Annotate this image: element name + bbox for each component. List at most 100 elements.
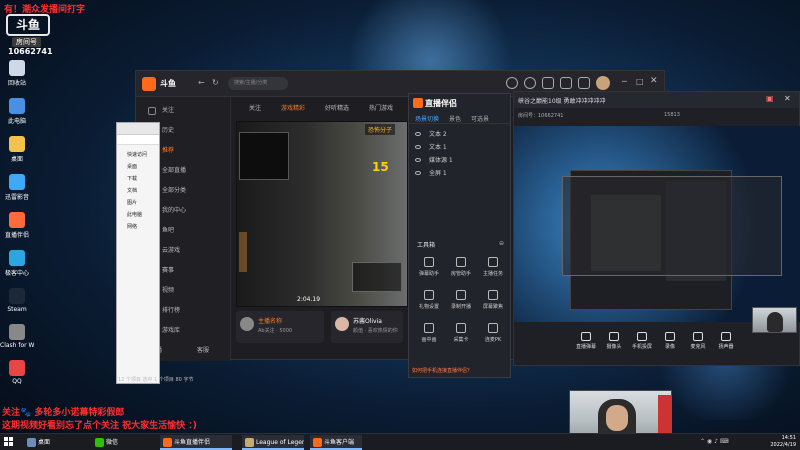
eye-icon[interactable] <box>415 171 421 175</box>
tab[interactable]: 关注 <box>249 103 261 112</box>
video-player[interactable]: 恐怖分子 15 2:04.19 <box>236 121 408 307</box>
preview-controls: 直播弹幕 摄像头 手机投屏 录像 麦克风 扬声器 <box>574 332 738 350</box>
tray-icons[interactable]: ⌃ ◉ ♪ ⌨ <box>700 438 728 445</box>
taskbar-app[interactable]: 桌面 <box>24 435 64 450</box>
desktop-icon-label: Steam <box>7 306 27 313</box>
avatar <box>335 317 349 331</box>
toolbox-item[interactable]: 弹幕助手 <box>413 254 445 287</box>
toolbox-item[interactable]: 录制开播 <box>445 287 477 320</box>
desktop-icon[interactable]: 极客中心 <box>0 250 34 277</box>
scene-layer[interactable]: 全屏 1 <box>409 167 510 180</box>
desktop-icon[interactable]: 迅雷影音 <box>0 174 34 201</box>
eye-icon[interactable] <box>415 132 421 136</box>
sidebar-item[interactable]: 关注 <box>136 101 230 121</box>
preview-control[interactable]: 扬声器 <box>714 332 738 350</box>
scene-layer-label: 全屏 1 <box>429 170 447 177</box>
tab[interactable]: 游戏精彩 <box>281 103 305 112</box>
support-button[interactable]: 客服 <box>183 345 230 359</box>
assistant-tab[interactable]: 景色 <box>449 114 461 123</box>
app-icon <box>9 212 25 228</box>
toolbox-item[interactable]: 画中画 <box>413 320 445 353</box>
download-icon[interactable] <box>578 77 590 89</box>
toolbox-item[interactable]: 礼物设置 <box>413 287 445 320</box>
close-icon[interactable]: ✕ <box>650 76 658 86</box>
eye-icon[interactable] <box>415 145 421 149</box>
tab[interactable]: 好听精选 <box>325 103 349 112</box>
desktop-icon-label: 迅雷影音 <box>4 194 29 201</box>
taskbar-app-label: League of Legends <box>256 439 304 446</box>
preview-control[interactable]: 手机投屏 <box>630 332 654 350</box>
explorer-nav-item[interactable]: 桌面 <box>117 161 159 173</box>
taskbar-app[interactable]: League of Legends <box>242 435 304 450</box>
recommend-card[interactable]: 苏酱Olivia 颜值 · 喜欢热情的你 <box>331 311 403 343</box>
desktop-icon[interactable]: 此电脑 <box>0 98 34 125</box>
desktop-icon[interactable]: 直播伴侣 <box>0 212 34 239</box>
preview-title: 峡谷之巅能10级 勇敢冲冲冲冲冲 <box>518 98 606 105</box>
gift-icon[interactable]: ▣ <box>766 94 774 103</box>
taskbar-app-label: 微信 <box>106 439 119 446</box>
explorer-nav-item[interactable]: 网络 <box>117 221 159 233</box>
sidebar-item-icon <box>148 107 156 115</box>
preview-control[interactable]: 直播弹幕 <box>574 332 598 350</box>
minimize-icon[interactable]: ─ <box>622 77 627 86</box>
explorer-nav-item[interactable]: 文档 <box>117 185 159 197</box>
assistant-tab[interactable]: 场景切换 <box>415 114 439 123</box>
toolbox-item[interactable]: 屏幕聚焦 <box>477 287 509 320</box>
control-label: 麦克风 <box>690 344 706 350</box>
streamer-card[interactable]: 主播名称 Ab关注 · 5000 <box>236 311 324 343</box>
heart-icon[interactable] <box>524 77 536 89</box>
tab[interactable]: 热门游戏 <box>369 103 393 112</box>
explorer-nav-item[interactable]: 快速访问 <box>117 149 159 161</box>
assistant-notice[interactable]: 如何把手机连接直播伴侣？ <box>412 367 472 374</box>
search-icon[interactable] <box>506 77 518 89</box>
search-input[interactable]: 搜索/主播/分类 <box>228 77 288 90</box>
desktop-icon[interactable]: 桌面 <box>0 136 34 163</box>
refresh-icon[interactable]: ↻ <box>212 78 219 87</box>
preview-control[interactable]: 麦克风 <box>686 332 710 350</box>
avatar[interactable] <box>596 76 610 90</box>
eye-icon[interactable] <box>415 158 421 162</box>
close-icon[interactable]: ✕ <box>784 94 791 103</box>
toolbox-item[interactable]: 采集卡 <box>445 320 477 353</box>
sidebar-item-label: 云游戏 <box>162 247 181 254</box>
tool-icon <box>424 323 434 333</box>
app-icon <box>9 250 25 266</box>
toolbox-title: 工具箱 <box>417 242 436 249</box>
desktop-icon[interactable]: Steam <box>0 288 34 313</box>
preview-control[interactable]: 摄像头 <box>602 332 626 350</box>
explorer-nav-item[interactable]: 此电脑 <box>117 209 159 221</box>
windows-start-icon[interactable] <box>4 437 14 447</box>
desktop-icon[interactable]: 回收站 <box>0 60 34 87</box>
system-clock[interactable]: 14:51 2022/4/19 <box>760 435 796 449</box>
streamer-name: 主播名称 <box>258 318 283 325</box>
taskbar-app[interactable]: 斗鱼直播伴侣 <box>160 435 232 450</box>
message-icon[interactable] <box>560 77 572 89</box>
recommend-sub: 颜值 · 喜欢热情的你 <box>353 328 398 334</box>
back-arrow-icon[interactable]: ← <box>198 78 205 87</box>
toolbox-item[interactable]: 主播任务 <box>477 254 509 287</box>
taskbar-app[interactable]: 微信 <box>92 435 132 450</box>
scene-layer[interactable]: 文本 2 <box>409 128 510 141</box>
scene-layer[interactable]: 文本 1 <box>409 141 510 154</box>
taskbar-app[interactable]: 斗鱼客户端 <box>310 435 362 450</box>
gift-icon[interactable] <box>542 77 554 89</box>
toolbox-item[interactable]: 连麦PK <box>477 320 509 353</box>
explorer-nav-item[interactable]: 图片 <box>117 197 159 209</box>
clock-date: 2022/4/19 <box>770 442 796 448</box>
app-icon <box>9 98 25 114</box>
assistant-tab[interactable]: 可选景 <box>471 114 489 123</box>
maximize-icon[interactable]: □ <box>636 77 644 86</box>
layer-list: 文本 2 文本 1 媒体源 1 全屏 1 <box>409 124 510 180</box>
preview-canvas[interactable] <box>514 126 800 322</box>
desktop-icon[interactable]: Clash for Windows <box>0 324 34 349</box>
tool-label: 连麦PK <box>484 337 502 343</box>
stream-assistant-window: 直播伴侣 场景切换 景色 可选景 文本 2 文本 1 媒体源 1 全屏 1 工具箱 ⊖ 弹… <box>408 93 511 378</box>
explorer-nav-item[interactable]: 下载 <box>117 173 159 185</box>
toolbox-collapse-icon[interactable]: ⊖ <box>499 240 504 247</box>
desktop-icon[interactable]: QQ <box>0 360 34 385</box>
tool-icon <box>456 323 466 333</box>
preview-control[interactable]: 录像 <box>658 332 682 350</box>
client-title: 斗鱼 <box>160 79 176 88</box>
toolbox-item[interactable]: 房管助手 <box>445 254 477 287</box>
scene-layer[interactable]: 媒体源 1 <box>409 154 510 167</box>
